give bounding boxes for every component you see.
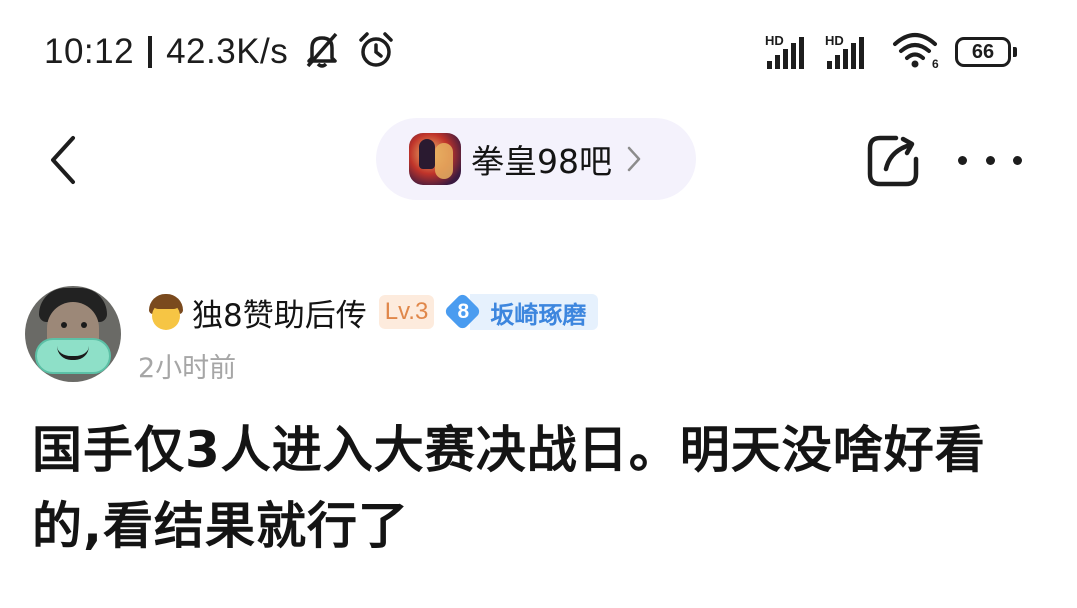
fan-level-icon: 8 [444,293,482,331]
forum-avatar [409,133,461,185]
forum-link[interactable]: 拳皇98吧 [376,118,696,200]
mute-icon [300,30,344,74]
status-bar: 10:12 42.3K/s HD HD 6 66 [0,0,1077,100]
signal-icon: HD [765,31,815,73]
forum-name: 拳皇98吧 [471,142,612,181]
signal-icon-2: HD [825,31,875,73]
boy-emoji-icon [146,292,186,332]
more-icon-dot [985,155,995,165]
fan-badge[interactable]: 8 坂崎琢磨 [444,293,599,331]
fan-title: 坂崎琢磨 [470,294,599,330]
battery-level: 66 [971,40,995,63]
svg-text:6: 6 [932,57,939,70]
more-icon-dot [1013,155,1022,165]
wifi-icon: 6 [891,30,941,74]
status-right: HD HD 6 66 [765,30,1017,74]
chevron-right-icon [626,144,642,174]
author-line: 独8赞助后传 Lv.3 8 坂崎琢磨 [146,290,599,335]
back-icon [51,136,75,184]
battery-icon: 66 [955,37,1017,67]
separator [148,36,153,68]
post-time: 2小时前 [138,353,237,384]
back-button[interactable] [40,130,84,190]
network-speed: 42.3K/s [166,32,289,71]
more-button[interactable] [958,140,1022,180]
author-avatar[interactable] [25,286,121,382]
post-title: 国手仅3人进入大赛决战日。明天没啥好看的,看结果就行了 [32,421,986,555]
alarm-icon [356,30,396,74]
more-icon-dot [958,155,967,165]
author-name[interactable]: 独8赞助后传 [192,290,367,335]
fan-level: 8 [457,300,470,323]
share-button[interactable] [866,133,922,189]
level-badge: Lv.3 [378,295,435,329]
share-icon [867,135,919,187]
clock: 10:12 [44,32,135,71]
status-left: 10:12 42.3K/s [44,30,396,74]
screen: 10:12 42.3K/s HD HD 6 66 拳皇98吧 独8赞助后传 Lv… [0,0,1077,608]
